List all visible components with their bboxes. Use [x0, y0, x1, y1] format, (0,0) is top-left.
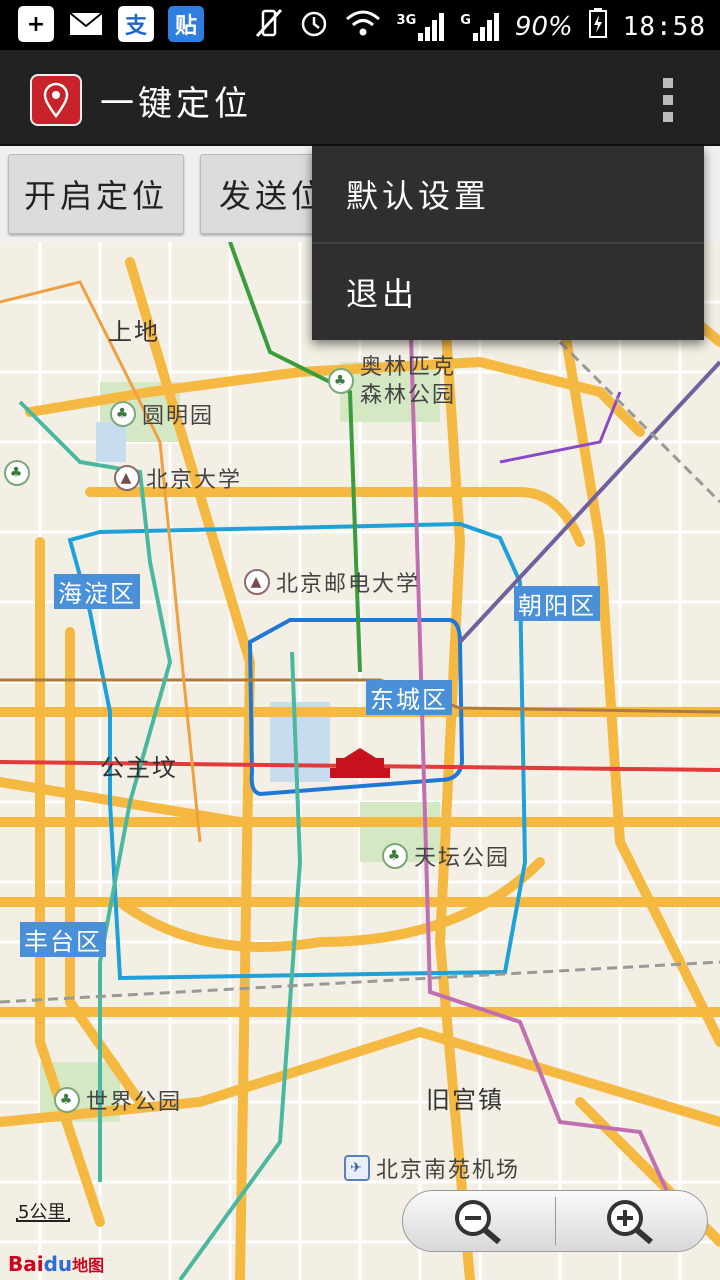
mail-icon: [68, 6, 104, 42]
poi-pku[interactable]: ▲ 北京大学: [114, 462, 242, 494]
poi-bupt[interactable]: ▲ 北京邮电大学: [244, 566, 420, 598]
wifi-icon: [345, 9, 381, 44]
map-scale-bar: [16, 1218, 70, 1222]
map-view[interactable]: 上地 公主坟 旧宫镇 海淀区 朝阳区 东城区 丰台区 ♣ 奥林匹克 森林公园 ♣…: [0, 242, 720, 1280]
zoom-in-button[interactable]: [556, 1191, 708, 1251]
tieba-icon: 贴: [168, 6, 204, 42]
battery-charging-icon: [588, 8, 607, 45]
district-label-dongcheng: 东城区: [366, 680, 452, 715]
battery-percent: 90%: [514, 11, 573, 42]
district-label-fengtai: 丰台区: [20, 922, 106, 957]
zoom-out-icon: [454, 1200, 501, 1245]
park-icon: ♣: [54, 1087, 80, 1113]
start-location-button[interactable]: 开启定位: [8, 154, 184, 234]
poi-shijie-park[interactable]: ♣ 世界公园: [54, 1084, 182, 1116]
menu-item-exit[interactable]: 退出: [312, 244, 704, 340]
alarm-icon: [299, 8, 329, 45]
vibrate-off-icon: [255, 8, 283, 45]
park-icon: ♣: [4, 460, 30, 486]
signal-3g-icon: 3G: [397, 12, 445, 41]
overflow-menu-icon[interactable]: [656, 78, 680, 122]
zoom-out-button[interactable]: [403, 1191, 555, 1251]
school-icon: ▲: [244, 569, 270, 595]
zoom-control: [402, 1190, 708, 1252]
poi-park-unnamed[interactable]: ♣: [4, 460, 30, 486]
district-label-haidian: 海淀区: [54, 574, 140, 609]
location-pin-icon[interactable]: [30, 74, 82, 126]
poi-tiantan[interactable]: ♣ 天坛公园: [382, 840, 510, 872]
park-icon: ♣: [110, 401, 136, 427]
poi-olympic-park[interactable]: ♣ 奥林匹克 森林公园: [328, 354, 456, 410]
park-icon: ♣: [382, 843, 408, 869]
signal-g-icon: G: [460, 12, 499, 41]
poi-yuanmingyuan[interactable]: ♣ 圆明园: [110, 398, 214, 430]
app-title: 一键定位: [100, 84, 252, 124]
clock: 18:58: [622, 11, 706, 42]
map-label-gongzhufen: 公主坟: [100, 754, 178, 782]
baidu-map-logo: Baidu地图: [8, 1252, 105, 1276]
map-label-shangdi: 上地: [108, 318, 160, 346]
alipay-icon: 支: [118, 6, 154, 42]
school-icon: ▲: [114, 465, 140, 491]
airport-icon: ✈: [344, 1155, 370, 1181]
add-notification-icon: +: [18, 6, 54, 42]
district-label-chaoyang: 朝阳区: [514, 586, 600, 621]
menu-item-default-settings[interactable]: 默认设置: [312, 146, 704, 242]
screen: + 支 贴 3G G 90% 18:58 一键定位 开启定位 发送位置 上地 公…: [0, 0, 720, 1280]
map-label-jiugongzhen: 旧宫镇: [426, 1086, 504, 1114]
action-bar: 一键定位: [0, 50, 720, 146]
zoom-in-icon: [607, 1200, 654, 1245]
poi-nanyuan-airport[interactable]: ✈ 北京南苑机场: [344, 1152, 520, 1184]
overflow-dropdown-menu: 默认设置 退出: [312, 146, 704, 340]
park-icon: ♣: [328, 368, 354, 394]
status-bar: + 支 贴 3G G 90% 18:58: [0, 0, 720, 50]
